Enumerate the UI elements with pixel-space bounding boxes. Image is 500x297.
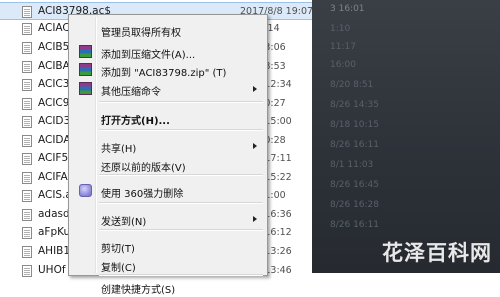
menu-item[interactable]: 添加到 "ACI83798.zip" (T) [71,60,265,80]
file-icon [22,116,32,128]
submenu-arrow-icon [253,86,257,92]
submenu-arrow-icon [253,143,257,149]
file-icon [22,98,32,110]
file-icon [22,79,32,91]
menu-separator [99,101,263,103]
file-icon [22,172,32,184]
submenu-arrow-icon [253,216,257,222]
file-name: ACIC9 [38,97,70,109]
menu-item-label: 管理员取得所有权 [101,28,181,39]
background-text-line: 8/26 16:28 [330,200,380,210]
file-icon [22,227,32,239]
menu-item-label: 添加到压缩文件(A)... [101,50,196,61]
background-text-line: 8/26 16:45 [330,180,380,190]
file-name: ACIAC [38,22,70,34]
file-name: ACIBA [38,60,70,72]
menu-item[interactable]: 共享(H) [71,136,265,156]
file-icon [22,265,32,277]
menu-item-label: 还原以前的版本(V) [101,163,186,174]
file-name: AHIB1 [38,245,71,257]
menu-item[interactable]: 使用 360强力删除 [71,181,265,201]
menu-item[interactable]: 其他压缩命令 [71,79,265,99]
file-icon [22,42,32,54]
rar-icon [79,45,92,58]
file-name: ACID3 [38,115,71,127]
file-icon [22,61,32,73]
file-name: ACIC3 [38,78,70,90]
rar-icon [79,82,92,95]
background-text-line: 1:10 [330,24,351,34]
menu-item-label: 使用 360强力删除 [101,189,184,200]
background-text-line: 8/1 11:03 [330,160,374,170]
file-icon [22,135,32,147]
menu-item-label: 发送到(N) [101,217,147,228]
file-icon [22,153,32,165]
menu-item[interactable]: 剪切(T) [71,236,265,256]
background-text-line: 8/20 8:51 [330,80,374,90]
menu-item[interactable]: 发送到(N) [71,209,265,229]
menu-separator [99,129,263,131]
menu-item-label: 剪切(T) [101,244,135,255]
menu-item[interactable]: 管理员取得所有权 [71,20,265,40]
background-text-line: 16:00 [330,60,356,70]
context-menu: 管理员取得所有权添加到压缩文件(A)... 添加到 "ACI83798.zip" … [68,14,268,296]
file-name: ACIS.a [38,189,72,201]
file-icon [22,190,32,202]
rar-icon [79,63,92,76]
menu-item-label: 创建快捷方式(S) [101,285,176,296]
file-name: ACIB5 [38,41,70,53]
file-name: aFpKu [38,226,71,238]
watermark-text: 花泽百科网 [382,241,492,265]
file-name: adasd [38,208,70,220]
file-name: ACIDA [38,134,71,146]
menu-item[interactable]: 复制(C) [71,255,265,275]
file-icon [22,246,32,258]
file-icon [22,209,32,221]
menu-item-label: 添加到 "ACI83798.zip" (T) [101,68,227,79]
file-icon [22,6,32,18]
menu-item-label: 复制(C) [101,263,136,274]
background-text-line: 8/26 14:35 [330,100,380,110]
shield-icon [79,184,92,197]
background-text-line: 8/26 16:11 [330,220,380,230]
menu-item[interactable]: 还原以前的版本(V) [71,155,265,175]
menu-item[interactable]: 创建快捷方式(S) [71,277,265,297]
file-icon [22,23,32,35]
menu-separator [99,202,263,204]
menu-item-label: 共享(H) [101,144,137,155]
background-text-line: 11:17 [330,42,356,52]
menu-item-label: 打开方式(H)... [101,116,170,127]
background-text-line: 8/26 16:11 [330,140,380,150]
background-text-line: 8/18 10:15 [330,120,380,130]
menu-separator [99,229,263,231]
menu-item[interactable]: 添加到压缩文件(A)... [71,42,265,62]
background-text-line: 3 16:01 [330,4,365,14]
file-name: UHOf [38,264,66,276]
menu-item[interactable]: 打开方式(H)... [71,108,265,128]
dark-background-panel: 8/26 16:11 8/26 16:28 8/26 16:45 8/1 11:03 8… [312,0,500,273]
menu-item-label: 其他压缩命令 [101,87,161,98]
